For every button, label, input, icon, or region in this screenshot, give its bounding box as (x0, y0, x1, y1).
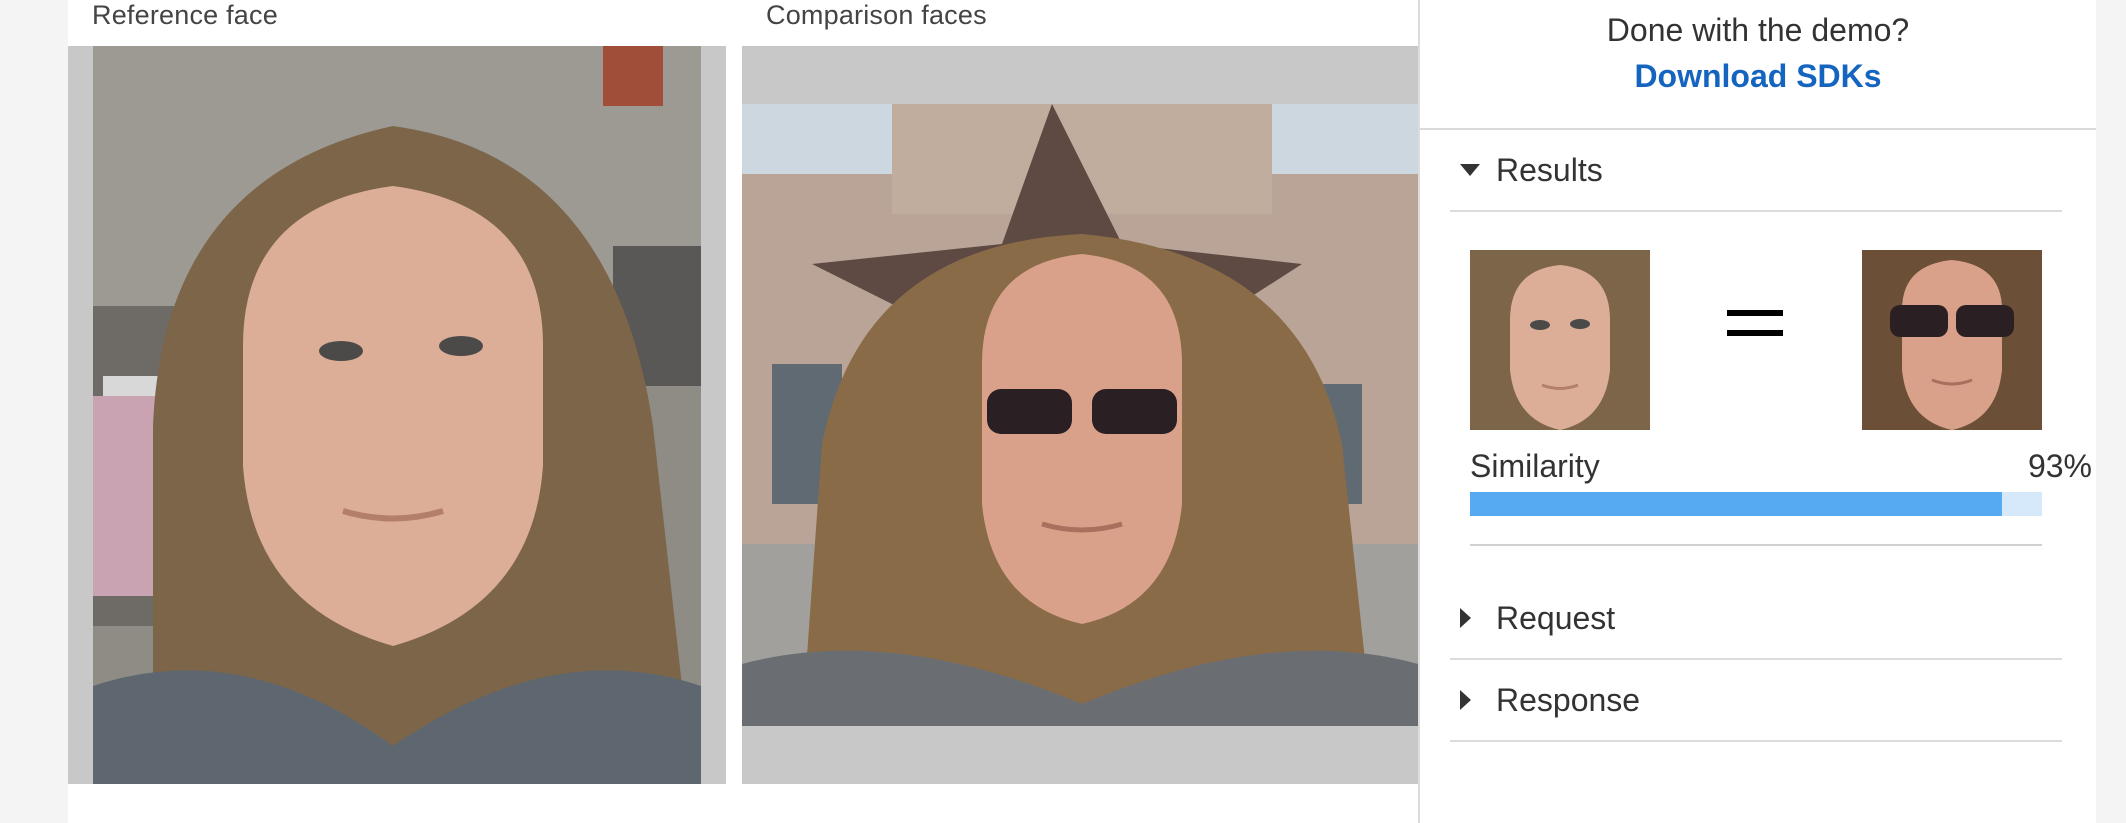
comparison-face-image[interactable] (742, 104, 1418, 726)
reference-face-label: Reference face (92, 0, 278, 30)
results-section-label: Results (1496, 152, 1603, 188)
request-section-label: Request (1496, 600, 1616, 636)
similarity-label: Similarity (1470, 448, 1600, 484)
reference-face-thumbnail (1470, 250, 1650, 430)
response-section-header[interactable]: Response (1450, 660, 2062, 742)
response-section-label: Response (1496, 682, 1641, 718)
triangle-down-icon (1460, 164, 1480, 176)
reference-face-image[interactable] (93, 46, 701, 784)
triangle-right-icon (1460, 608, 1471, 628)
side-panel: Done with the demo? Download SDKs Result… (1418, 0, 2096, 823)
similarity-value: 93% (2027, 448, 2092, 484)
comparison-faces-label: Comparison faces (766, 0, 987, 30)
similarity-bar (1470, 492, 2042, 516)
download-sdks-link[interactable]: Download SDKs (1420, 58, 2096, 95)
equals-icon (1727, 310, 1783, 350)
divider (1470, 544, 2042, 546)
request-section-header[interactable]: Request (1450, 578, 2062, 660)
similarity-bar-fill (1470, 492, 2002, 516)
done-with-demo-text: Done with the demo? (1606, 12, 1910, 48)
triangle-right-icon (1460, 690, 1471, 710)
results-section-header[interactable]: Results (1450, 130, 2062, 212)
comparison-face-thumbnail (1862, 250, 2042, 430)
